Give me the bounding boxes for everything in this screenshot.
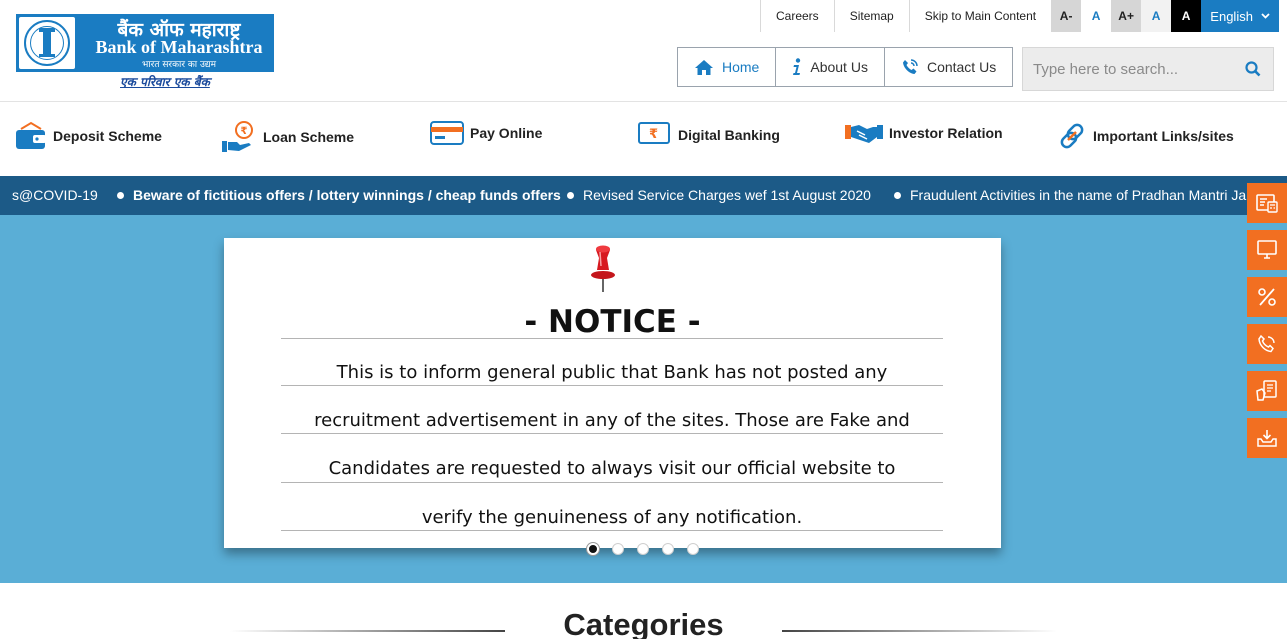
calculator-form-icon xyxy=(1256,194,1278,213)
side-interest-rates-button[interactable] xyxy=(1247,277,1287,317)
side-apply-button[interactable] xyxy=(1247,371,1287,411)
phone-icon xyxy=(1258,334,1275,353)
ticker-item[interactable]: Beware of fictitious offers / lottery wi… xyxy=(117,187,561,203)
ticker-item[interactable]: Revised Service Charges wef 1st August 2… xyxy=(567,187,871,203)
wallet-icon xyxy=(16,121,46,149)
card-icon xyxy=(430,121,464,145)
category-nav: Deposit Scheme ₹ Loan Scheme Pay Online … xyxy=(0,103,1287,176)
notice-slide[interactable]: - NOTICE - This is to inform general pub… xyxy=(224,238,1001,548)
ticker-text: Fraudulent Activities in the name of Pra… xyxy=(910,187,1247,203)
notice-title: - NOTICE - xyxy=(524,304,701,340)
divider xyxy=(281,385,943,386)
cat-loan-scheme[interactable]: ₹ Loan Scheme xyxy=(221,121,354,153)
bank-logo[interactable]: बैंक ऑफ महाराष्ट्र Bank of Maharashtra भ… xyxy=(16,14,274,72)
notice-line: Candidates are requested to always visit… xyxy=(328,458,896,479)
carousel-dot[interactable] xyxy=(587,543,599,555)
careers-link[interactable]: Careers xyxy=(760,0,834,32)
nav-about-label: About Us xyxy=(810,59,868,75)
info-icon xyxy=(793,58,801,75)
link-icon xyxy=(1060,123,1084,149)
cat-important-links[interactable]: Important Links/sites xyxy=(1057,121,1234,151)
cat-deposit-scheme-label: Deposit Scheme xyxy=(53,128,162,144)
svg-text:₹: ₹ xyxy=(241,126,248,137)
notice-line: This is to inform general public that Ba… xyxy=(336,362,888,383)
side-net-banking-button[interactable] xyxy=(1247,230,1287,270)
home-icon xyxy=(695,59,713,75)
ticker-text: Revised Service Charges wef 1st August 2… xyxy=(583,187,871,203)
cat-investor-relation[interactable]: Investor Relation xyxy=(845,121,1003,145)
percent-icon xyxy=(1258,288,1276,306)
search-input[interactable] xyxy=(1023,48,1243,90)
notice-line: verify the genuineness of any notificati… xyxy=(421,507,803,528)
ticker-item[interactable]: s@COVID-19 xyxy=(12,187,98,203)
search-icon[interactable] xyxy=(1245,61,1261,77)
language-selected: English xyxy=(1210,8,1253,24)
divider xyxy=(281,338,943,339)
site-header: बैंक ऑफ महाराष्ट्र Bank of Maharashtra भ… xyxy=(0,0,1287,102)
carousel-dot[interactable] xyxy=(687,543,699,555)
language-select[interactable]: English xyxy=(1201,0,1280,32)
news-ticker: s@COVID-19 Beware of fictitious offers /… xyxy=(0,176,1287,215)
side-download-button[interactable] xyxy=(1247,418,1287,458)
cat-pay-online[interactable]: Pay Online xyxy=(430,121,542,145)
side-contact-button[interactable] xyxy=(1247,324,1287,364)
ticker-item[interactable]: Fraudulent Activities in the name of Pra… xyxy=(894,187,1246,203)
cat-pay-online-label: Pay Online xyxy=(470,125,543,141)
loan-hand-icon: ₹ xyxy=(222,121,253,152)
cat-digital-banking[interactable]: ₹ Digital Banking xyxy=(638,121,780,149)
document-hand-icon xyxy=(1256,380,1277,401)
contrast-high-button[interactable]: A xyxy=(1171,0,1202,32)
font-normal-button[interactable]: A xyxy=(1081,0,1112,32)
carousel-dot[interactable] xyxy=(662,543,674,555)
svg-text:₹: ₹ xyxy=(649,127,658,142)
chevron-down-icon xyxy=(1261,13,1270,19)
inbox-download-icon xyxy=(1257,430,1277,447)
divider xyxy=(281,530,943,531)
side-calculator-button[interactable] xyxy=(1247,183,1287,223)
cat-deposit-scheme[interactable]: Deposit Scheme xyxy=(15,121,162,151)
search-box xyxy=(1022,47,1274,91)
nav-home[interactable]: Home xyxy=(678,48,775,86)
divider xyxy=(782,630,1057,632)
carousel-dot[interactable] xyxy=(612,543,624,555)
carousel-dot[interactable] xyxy=(637,543,649,555)
cat-loan-scheme-label: Loan Scheme xyxy=(263,129,355,145)
sitemap-link[interactable]: Sitemap xyxy=(833,0,909,32)
pushpin-icon xyxy=(591,245,615,292)
logo-tagline: एक परिवार एक बैंक xyxy=(120,75,210,89)
contrast-default-button[interactable]: A xyxy=(1141,0,1172,32)
notice-line: recruitment advertisement in any of the … xyxy=(314,410,910,431)
nav-contact-label: Contact Us xyxy=(926,59,997,75)
categories-heading: Categories xyxy=(563,607,724,639)
logo-name-english: Bank of Maharashtra xyxy=(95,37,263,57)
cat-important-links-label: Important Links/sites xyxy=(1093,128,1234,144)
bullet-icon xyxy=(117,191,124,199)
nav-home-label: Home xyxy=(722,59,760,75)
emblem-icon xyxy=(19,17,75,69)
font-size-controls: A- A A+ A A xyxy=(1051,0,1202,32)
phone-icon xyxy=(902,59,918,74)
handshake-icon xyxy=(845,125,883,143)
rupee-screen-icon: ₹ xyxy=(638,122,670,144)
desktop-icon xyxy=(1257,240,1277,259)
side-quick-links xyxy=(1247,183,1287,465)
skip-to-main-link[interactable]: Skip to Main Content xyxy=(908,0,1051,32)
ticker-text: s@COVID-19 xyxy=(12,187,98,203)
bullet-icon xyxy=(567,191,574,199)
main-nav: Home About Us Contact Us xyxy=(677,47,1014,87)
ticker-text: Beware of fictitious offers / lottery wi… xyxy=(133,187,561,203)
carousel-dots xyxy=(587,543,699,555)
hero-banner: - NOTICE - This is to inform general pub… xyxy=(0,215,1287,583)
nav-about[interactable]: About Us xyxy=(775,48,884,86)
cat-investor-relation-label: Investor Relation xyxy=(889,125,1003,141)
logo-subtitle: भारत सरकार का उद्यम xyxy=(142,60,216,70)
font-decrease-button[interactable]: A- xyxy=(1051,0,1082,32)
divider xyxy=(281,482,943,483)
bullet-icon xyxy=(894,191,901,199)
font-increase-button[interactable]: A+ xyxy=(1111,0,1142,32)
cat-digital-banking-label: Digital Banking xyxy=(678,127,780,143)
nav-contact[interactable]: Contact Us xyxy=(883,48,1012,86)
divider xyxy=(281,433,943,434)
top-links-bar: Careers Sitemap Skip to Main Content A- … xyxy=(760,0,1280,32)
